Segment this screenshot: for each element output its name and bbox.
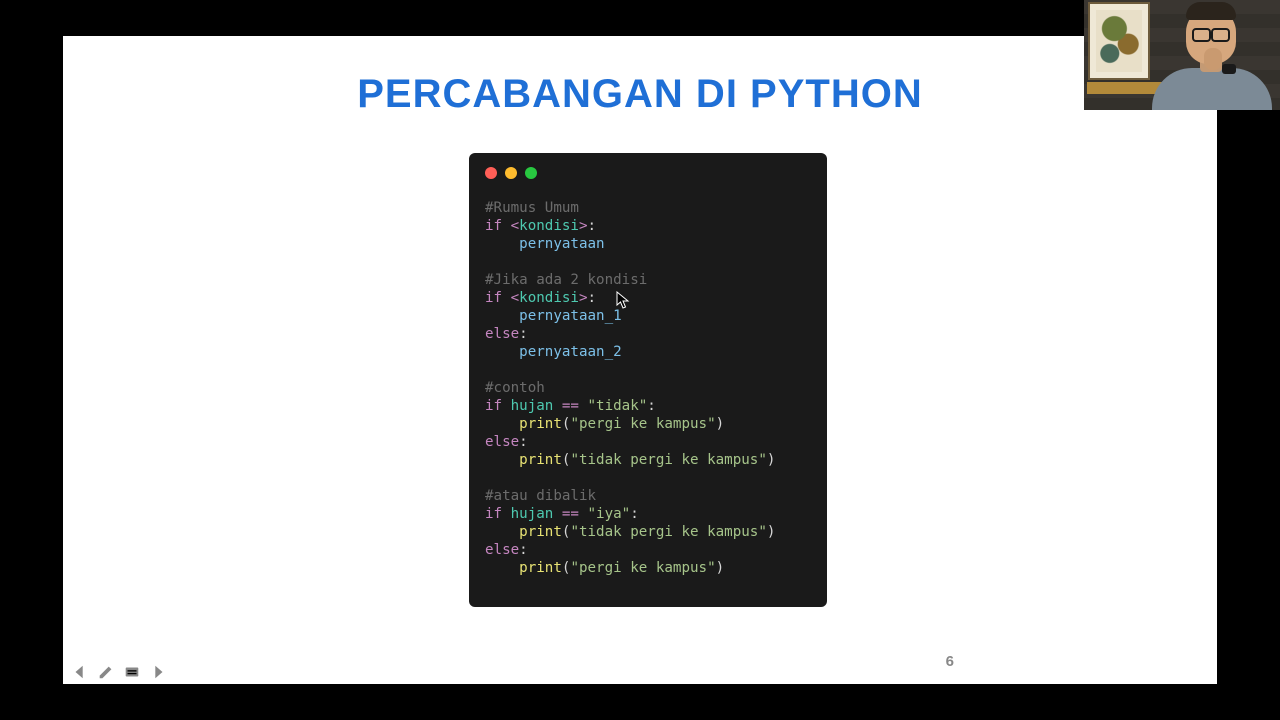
pen-tool-button[interactable] [96,662,116,682]
slide-menu-button[interactable] [122,662,142,682]
prev-slide-button[interactable] [70,662,90,682]
slide-canvas: PERCABANGAN DI PYTHON #Rumus Umum if <ko… [63,36,1217,684]
code-block: #Rumus Umum if <kondisi>: pernyataan #Ji… [485,199,811,577]
page-number: 6 [946,653,954,670]
code-comment: #Rumus Umum [485,200,579,216]
slide-title: PERCABANGAN DI PYTHON [63,72,1217,117]
minimize-dot-icon [505,167,517,179]
zoom-dot-icon [525,167,537,179]
code-window: #Rumus Umum if <kondisi>: pernyataan #Ji… [469,153,827,607]
code-comment: #contoh [485,380,545,396]
presenter-webcam [1084,0,1280,110]
presentation-nav [70,662,168,682]
window-traffic-lights [485,167,811,179]
code-comment: #Jika ada 2 kondisi [485,272,647,288]
next-slide-button[interactable] [148,662,168,682]
code-comment: #atau dibalik [485,488,596,504]
close-dot-icon [485,167,497,179]
